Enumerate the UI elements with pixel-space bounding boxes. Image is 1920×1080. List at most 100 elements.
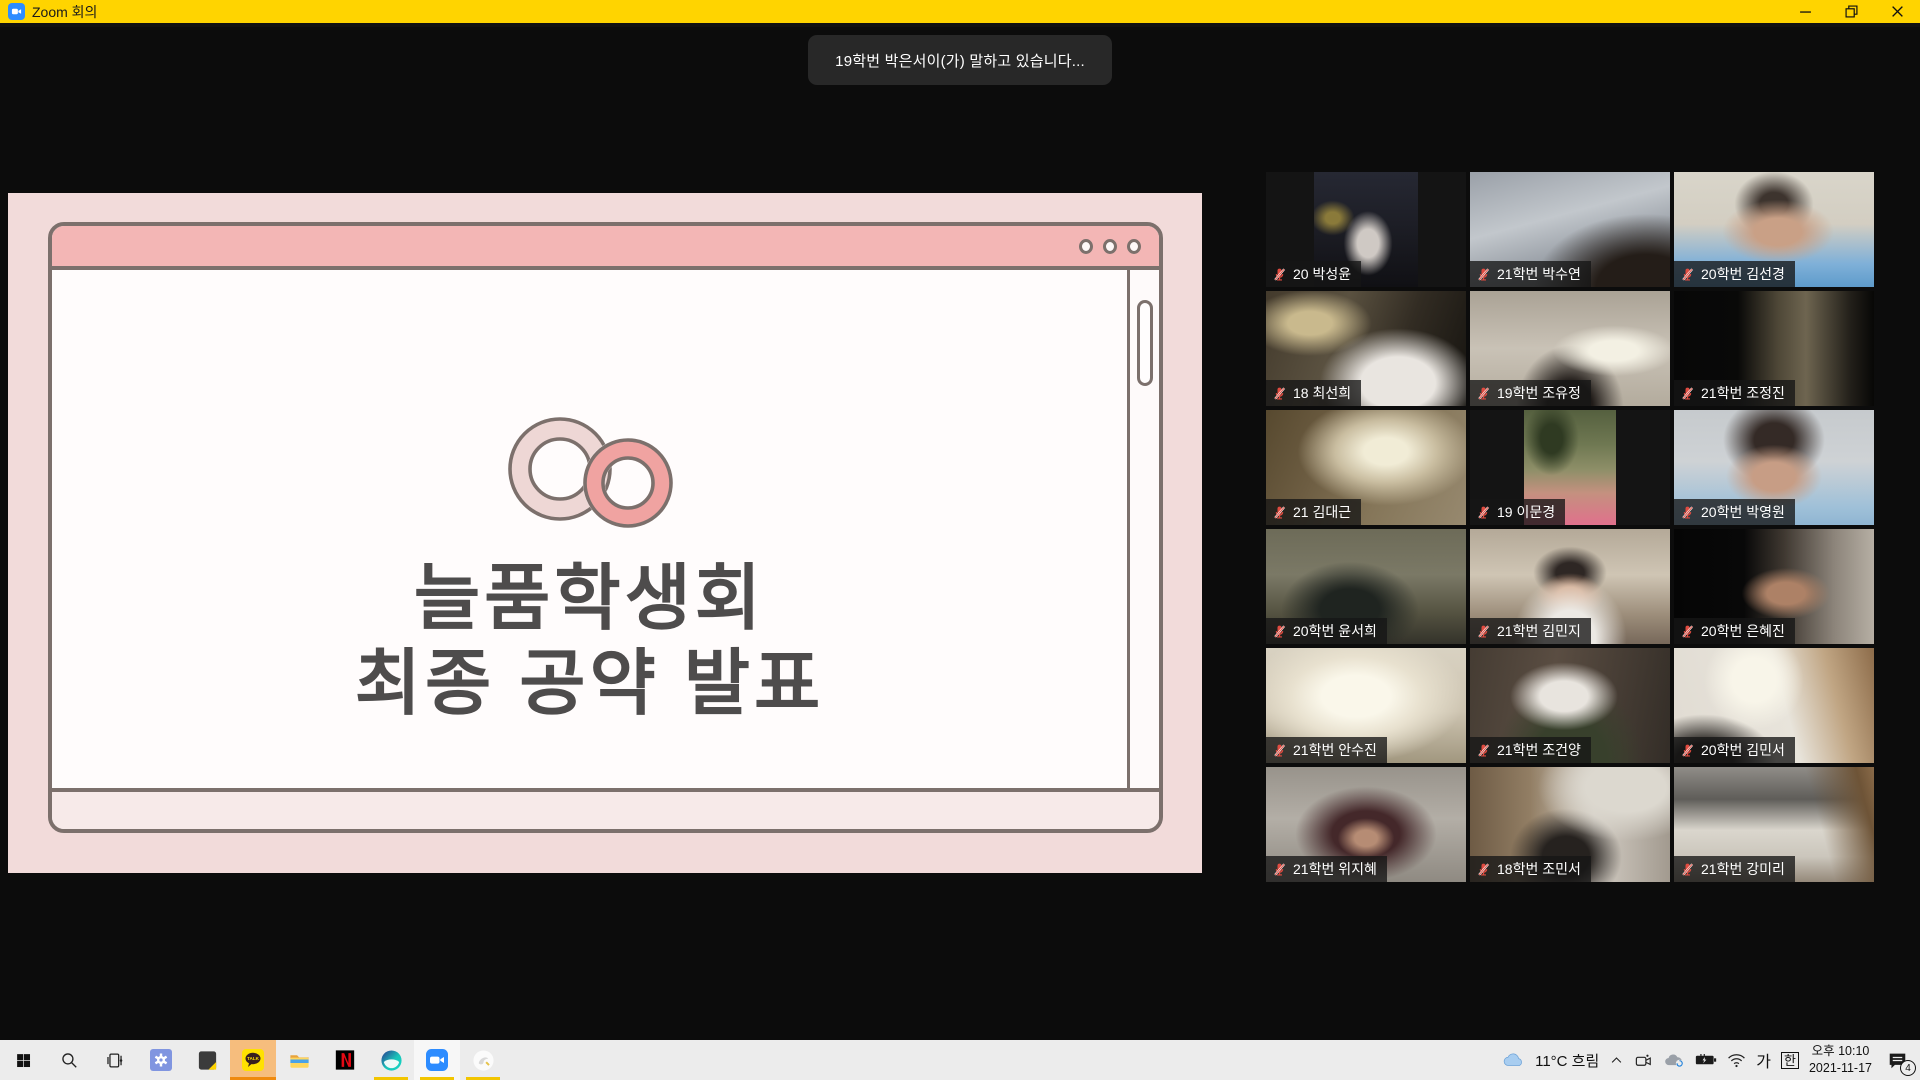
muted-mic-icon [1680, 505, 1695, 520]
participant-name-label: 20 박성윤 [1266, 261, 1361, 287]
participant-tile[interactable]: 21학번 강미리 [1674, 767, 1874, 882]
participant-tile[interactable]: 21학번 안수진 [1266, 648, 1466, 763]
muted-mic-icon [1680, 624, 1695, 639]
participant-name: 20학번 김선경 [1701, 264, 1785, 284]
window-titlebar: Zoom 회의 [0, 0, 1920, 27]
participant-name-label: 18학번 조민서 [1470, 856, 1591, 882]
participant-tile[interactable]: 21학번 김민지 [1470, 529, 1670, 644]
participant-tile[interactable]: 21학번 조정진 [1674, 291, 1874, 406]
participant-name-label: 20학번 은혜진 [1674, 618, 1795, 644]
muted-mic-icon [1476, 624, 1491, 639]
participant-tile[interactable]: 20학번 윤서희 [1266, 529, 1466, 644]
notes-app-button[interactable] [184, 1040, 230, 1080]
participant-name: 21 김대근 [1293, 502, 1351, 522]
participant-name-label: 21학번 김민지 [1470, 618, 1591, 644]
participant-tile[interactable]: 20학번 김민서 [1674, 648, 1874, 763]
action-center-button[interactable]: 4 [1882, 1047, 1912, 1073]
zoom-app-icon [8, 3, 25, 20]
restore-button[interactable] [1828, 0, 1874, 23]
file-explorer-button[interactable] [276, 1040, 322, 1080]
weather-text[interactable]: 11°C 흐림 [1535, 1050, 1599, 1071]
ime-mode-indicator[interactable]: 한 [1781, 1052, 1799, 1069]
participant-name-label: 20학번 김민서 [1674, 737, 1795, 763]
participant-name: 18학번 조민서 [1497, 859, 1581, 879]
meeting-stage: 19학번 박은서이(가) 말하고 있습니다... [0, 27, 1920, 1040]
participant-name-label: 20학번 박영원 [1674, 499, 1795, 525]
participant-tile[interactable]: 21학번 위지혜 [1266, 767, 1466, 882]
participant-name-label: 19학번 조유정 [1470, 380, 1591, 406]
participant-tile[interactable]: 18 최선희 [1266, 291, 1466, 406]
start-button[interactable] [0, 1040, 46, 1080]
participant-name: 20 박성윤 [1293, 264, 1351, 284]
participant-name: 19 이문경 [1497, 502, 1555, 522]
muted-mic-icon [1680, 267, 1695, 282]
participant-name-label: 21학번 안수진 [1266, 737, 1387, 763]
participant-name-label: 18 최선희 [1266, 380, 1361, 406]
close-button[interactable] [1874, 0, 1920, 23]
participant-name-label: 21학번 강미리 [1674, 856, 1795, 882]
onedrive-icon[interactable] [1663, 1052, 1685, 1068]
participant-name-label: 19 이문경 [1470, 499, 1565, 525]
paint-app-button[interactable] [460, 1040, 506, 1080]
muted-mic-icon [1272, 267, 1287, 282]
participant-name: 20학번 윤서희 [1293, 621, 1377, 641]
window-dot-icon [1103, 239, 1117, 254]
notification-count-badge: 4 [1900, 1060, 1916, 1076]
slide-browser-body: 늘품학생회 최종 공약 발표 [52, 270, 1159, 788]
participant-tile[interactable]: 20 박성윤 [1266, 172, 1466, 287]
task-view-button[interactable] [92, 1040, 138, 1080]
participant-name: 21학번 박수연 [1497, 264, 1581, 284]
tray-clock[interactable]: 오후 10:10 2021-11-17 [1809, 1043, 1872, 1077]
search-button[interactable] [46, 1040, 92, 1080]
whale-browser-button[interactable] [368, 1040, 414, 1080]
slide-content: 늘품학생회 최종 공약 발표 [52, 270, 1127, 788]
participant-name: 21학번 조건양 [1497, 740, 1581, 760]
participant-name: 21학번 조정진 [1701, 383, 1785, 403]
muted-mic-icon [1476, 267, 1491, 282]
participant-tile[interactable]: 19 이문경 [1470, 410, 1670, 525]
window-controls [1782, 0, 1920, 23]
tray-date: 2021-11-17 [1809, 1060, 1872, 1077]
participant-tile[interactable]: 19학번 조유정 [1470, 291, 1670, 406]
muted-mic-icon [1272, 386, 1287, 401]
participant-name-label: 21 김대근 [1266, 499, 1361, 525]
slide-scrollbar-track [1127, 270, 1159, 788]
participant-name: 21학번 김민지 [1497, 621, 1581, 641]
zoom-app-taskbar-button[interactable] [414, 1040, 460, 1080]
wifi-icon[interactable] [1727, 1053, 1746, 1068]
muted-mic-icon [1476, 386, 1491, 401]
slide-browser-window: 늘품학생회 최종 공약 발표 [48, 222, 1163, 833]
system-tray: 11°C 흐림 가 한 오후 10:10 2021-11-17 4 [1503, 1040, 1920, 1080]
participant-name-label: 20학번 윤서희 [1266, 618, 1387, 644]
participant-tile[interactable]: 21학번 박수연 [1470, 172, 1670, 287]
muted-mic-icon [1272, 505, 1287, 520]
participant-name-label: 21학번 조건양 [1470, 737, 1591, 763]
svg-text:TALK: TALK [247, 1056, 260, 1061]
participant-name: 18 최선희 [1293, 383, 1351, 403]
minimize-button[interactable] [1782, 0, 1828, 23]
muted-mic-icon [1476, 862, 1491, 877]
window-dot-icon [1079, 239, 1093, 254]
participant-name: 21학번 위지혜 [1293, 859, 1377, 879]
netflix-app-button[interactable] [322, 1040, 368, 1080]
ime-letter[interactable]: 가 [1756, 1048, 1771, 1072]
slide-title-line2: 최종 공약 발표 [355, 642, 824, 727]
participant-tile[interactable]: 21 김대근 [1266, 410, 1466, 525]
participant-name-label: 20학번 김선경 [1674, 261, 1795, 287]
participant-tile[interactable]: 20학번 박영원 [1674, 410, 1874, 525]
battery-charging-icon[interactable] [1695, 1053, 1717, 1067]
kakaotalk-app-button[interactable]: TALK [230, 1040, 276, 1080]
tray-camera-icon[interactable] [1634, 1052, 1653, 1069]
tray-chevron-up-icon[interactable] [1609, 1053, 1624, 1068]
muted-mic-icon [1476, 743, 1491, 758]
muted-mic-icon [1680, 743, 1695, 758]
participant-tile[interactable]: 20학번 은혜진 [1674, 529, 1874, 644]
participant-name: 20학번 김민서 [1701, 740, 1785, 760]
shared-screen-slide: 늘품학생회 최종 공약 발표 [8, 193, 1202, 873]
settings-app-button[interactable] [138, 1040, 184, 1080]
participant-tile[interactable]: 20학번 김선경 [1674, 172, 1874, 287]
muted-mic-icon [1680, 862, 1695, 877]
participant-name-label: 21학번 박수연 [1470, 261, 1591, 287]
participant-tile[interactable]: 18학번 조민서 [1470, 767, 1670, 882]
participant-tile[interactable]: 21학번 조건양 [1470, 648, 1670, 763]
